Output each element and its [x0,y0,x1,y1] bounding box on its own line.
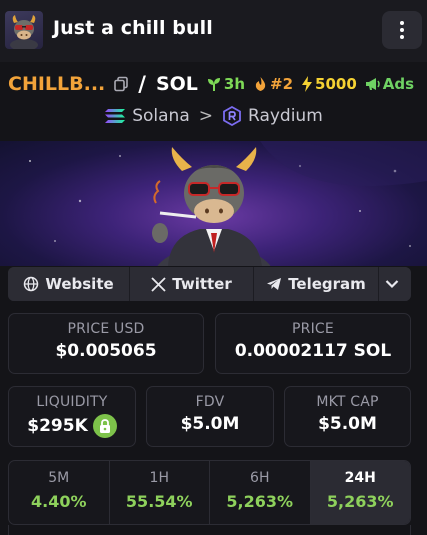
dex-name[interactable]: Raydium [248,106,323,126]
pair-age: 3h [223,75,246,93]
copy-icon[interactable] [113,76,129,92]
trending-rank-badge: #2 [253,75,293,93]
pair-age-badge: 3h [206,75,245,93]
token-banner [0,141,427,266]
solana-icon [105,109,126,123]
market-cap-label: MKT CAP [316,394,379,410]
kebab-menu-icon [400,21,404,25]
tab-label: 6H [250,470,270,486]
boosts-count: 5000 [315,75,357,93]
social-links-bar: Website Twitter Telegram [8,267,411,301]
liquidity-value: $295K [27,416,88,436]
more-links-button[interactable] [379,267,411,301]
token-pair-line: CHILLB... / SOL 3h #2 5000 Ads [0,70,427,98]
globe-icon [24,276,39,292]
megaphone-icon [365,78,380,90]
telegram-label: Telegram [288,275,366,293]
banner-artwork [29,141,427,266]
chain-name[interactable]: Solana [132,106,190,126]
more-menu-button[interactable] [382,11,422,49]
price-native-card: PRICE 0.00002117 SOL [215,313,411,374]
tab-24h[interactable]: 24H 5,263% [310,461,410,524]
boosts-badge: 5000 [301,75,357,93]
price-change-value: 5,263% [226,492,294,511]
ads-badge: Ads [365,75,414,93]
ads-label: Ads [382,75,415,93]
telegram-button[interactable]: Telegram [254,267,379,301]
chevron-right-icon: > [198,106,213,126]
token-avatar [5,11,43,49]
telegram-icon [267,278,282,290]
tab-1h[interactable]: 1H 55.54% [110,461,210,524]
tab-label: 5M [48,470,70,486]
tab-label: 1H [149,470,169,486]
twitter-label: Twitter [172,275,232,293]
price-change-tabs: 5M 4.40% 1H 55.54% 6H 5,263% 24H 5,263% [8,460,411,525]
chain-breadcrumb: Solana > Raydium [0,103,427,129]
token-symbol[interactable]: CHILLB... [8,73,105,95]
lock-icon[interactable] [92,414,117,438]
fdv-value: $5.0M [180,414,240,434]
liquidity-label: LIQUIDITY [36,394,108,410]
x-logo-icon [151,276,166,292]
price-usd-value: $0.005065 [55,341,157,361]
transactions-panel-edge [8,525,411,535]
lightning-icon [302,76,313,92]
website-button[interactable]: Website [8,267,130,301]
pair-separator: / [138,72,146,96]
price-change-value: 5,263% [326,492,394,511]
price-native-label: PRICE [292,321,334,337]
market-cap-card: MKT CAP $5.0M [284,386,411,447]
fdv-label: FDV [195,394,225,410]
tab-5m[interactable]: 5M 4.40% [9,461,110,524]
trending-rank: #2 [270,75,294,93]
price-change-value: 4.40% [30,492,87,511]
chevron-down-icon [385,280,399,289]
app-header: Just a chill bull [0,0,427,62]
twitter-button[interactable]: Twitter [130,267,254,301]
flame-icon [255,77,266,91]
price-usd-label: PRICE USD [67,321,145,337]
liquidity-card: LIQUIDITY $295K [8,386,136,447]
sprout-icon [207,78,220,91]
market-cap-value: $5.0M [318,414,377,434]
tab-label: 24H [344,470,376,486]
tab-6h[interactable]: 6H 5,263% [210,461,311,524]
page-title: Just a chill bull [53,17,213,39]
price-change-value: 55.54% [125,492,193,511]
quote-symbol: SOL [155,73,198,95]
price-native-value: 0.00002117 SOL [234,341,392,361]
fdv-card: FDV $5.0M [146,386,274,447]
website-label: Website [45,275,114,293]
price-usd-card: PRICE USD $0.005065 [8,313,204,374]
raydium-icon [223,106,241,126]
